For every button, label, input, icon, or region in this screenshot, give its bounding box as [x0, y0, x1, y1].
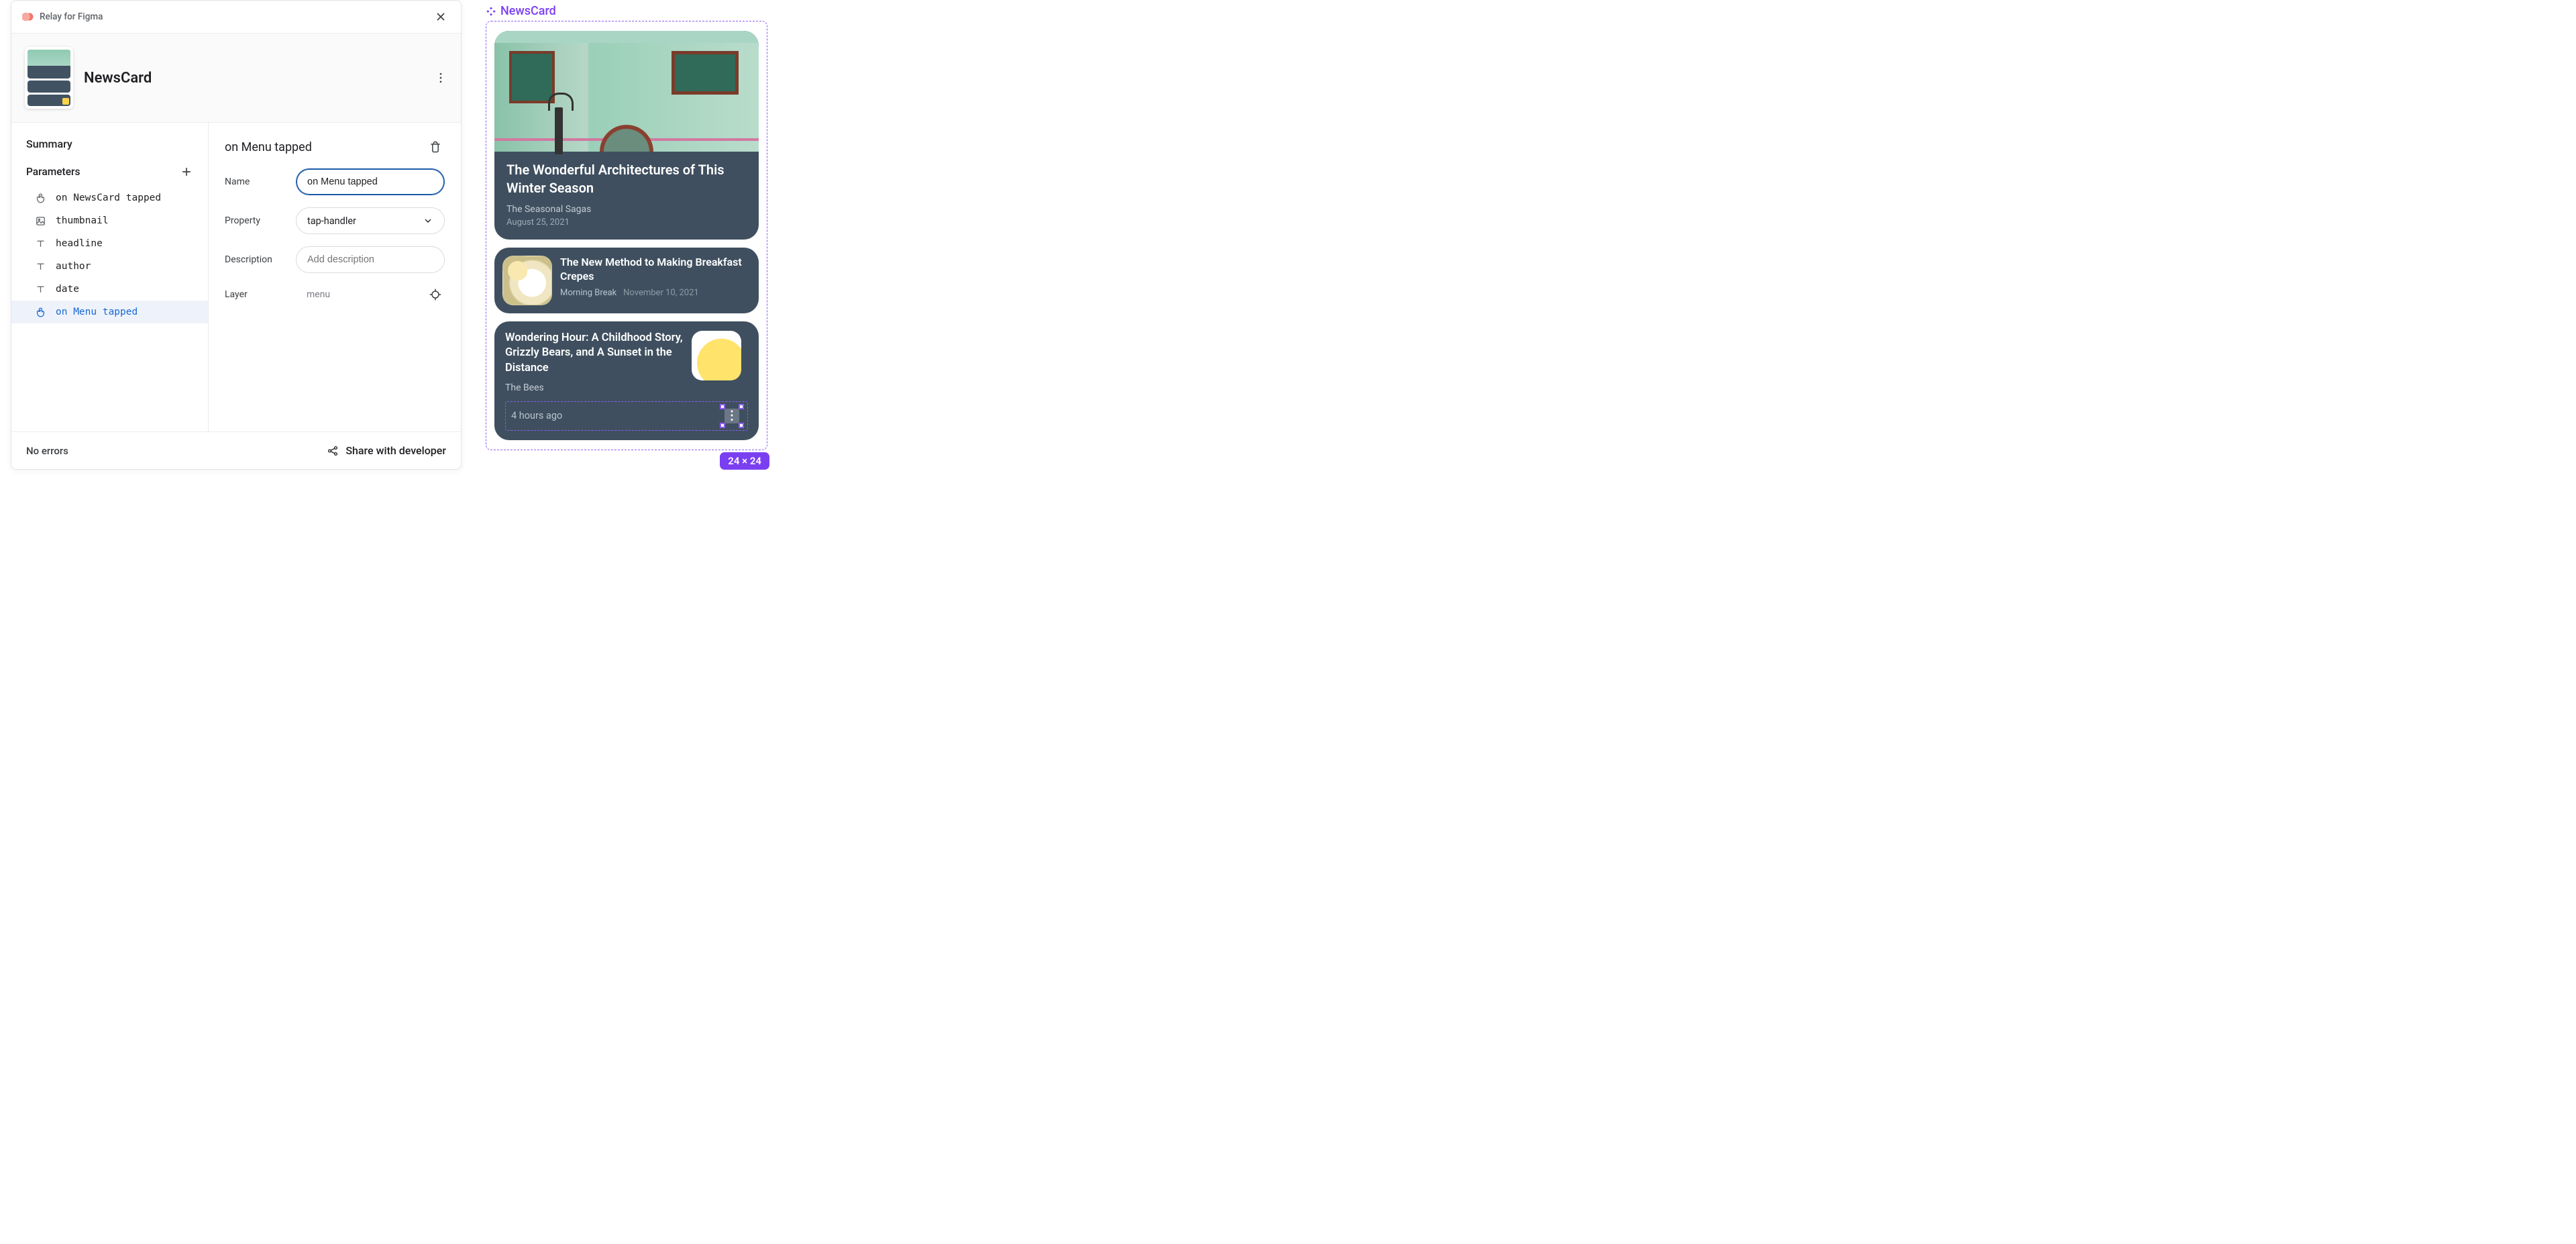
component-icon: [486, 6, 496, 17]
news-card-hero[interactable]: The Wonderful Architectures of This Wint…: [494, 31, 759, 240]
news-card-row[interactable]: The New Method to Making Breakfast Crepe…: [494, 248, 759, 313]
close-icon: [434, 10, 447, 23]
panel-header: Relay for Figma: [11, 1, 461, 34]
kebab-icon: [434, 71, 447, 85]
frame-name: NewsCard: [500, 4, 556, 18]
tap-handler-icon: [34, 192, 46, 204]
plus-icon: [180, 165, 193, 178]
parameters-sidebar: Summary Parameters on NewsCard tapped thu…: [11, 123, 209, 431]
image-icon: [34, 215, 46, 227]
compact-date: 4 hours ago: [511, 410, 562, 421]
trash-icon: [429, 140, 442, 154]
chevron-down-icon: [423, 215, 433, 226]
parameter-label: thumbnail: [56, 215, 109, 226]
share-with-developer-button[interactable]: Share with developer: [327, 444, 446, 457]
name-field-row: Name: [225, 168, 445, 195]
detail-title: on Menu tapped: [225, 140, 312, 154]
selection-size-badge: 24 × 24: [720, 452, 769, 470]
news-card-compact[interactable]: Wondering Hour: A Childhood Story, Grizz…: [494, 321, 759, 440]
parameter-list: on NewsCard tapped thumbnail headline autho…: [11, 187, 208, 323]
property-select[interactable]: tap-handler: [296, 207, 445, 234]
relay-logo-icon: [22, 11, 34, 23]
parameters-heading: Parameters: [26, 166, 80, 178]
frame-label[interactable]: NewsCard: [486, 4, 767, 18]
summary-heading[interactable]: Summary: [11, 138, 208, 162]
plugin-brand: Relay for Figma: [22, 11, 103, 23]
tap-handler-icon: [34, 306, 46, 318]
row-thumbnail: [502, 256, 552, 305]
parameter-item[interactable]: on Menu tapped: [11, 301, 208, 323]
share-label: Share with developer: [345, 444, 446, 457]
plugin-name: Relay for Figma: [40, 11, 103, 22]
panel-body: Summary Parameters on NewsCard tapped thu…: [11, 123, 461, 431]
layer-value: menu: [296, 289, 417, 300]
parameter-detail: on Menu tapped Name Property tap-handler: [209, 123, 461, 431]
parameter-item[interactable]: author: [11, 255, 208, 278]
parameter-item[interactable]: date: [11, 278, 208, 301]
row-date: November 10, 2021: [623, 288, 699, 298]
delete-parameter-button[interactable]: [426, 138, 445, 156]
selected-menu-icon[interactable]: [722, 406, 742, 426]
compact-thumbnail: [692, 331, 741, 380]
parameter-label: on NewsCard tapped: [56, 193, 161, 203]
hero-image: [494, 31, 759, 152]
hero-date: August 25, 2021: [506, 217, 747, 227]
menu-dots-icon: [724, 409, 739, 423]
compact-author: The Bees: [505, 382, 748, 393]
property-label: Property: [225, 215, 286, 226]
relay-panel: Relay for Figma NewsCard Summary Paramet…: [11, 0, 462, 470]
description-input[interactable]: [296, 246, 445, 273]
text-icon: [34, 260, 46, 272]
parameter-label: date: [56, 284, 79, 295]
hero-author: The Seasonal Sagas: [506, 204, 747, 215]
status-text: No errors: [26, 445, 68, 457]
target-layer-button[interactable]: [426, 285, 445, 304]
layer-field-row: Layer menu: [225, 285, 445, 304]
newscard-frame[interactable]: The Wonderful Architectures of This Wint…: [486, 21, 767, 450]
selected-layer-outline[interactable]: 4 hours ago: [505, 401, 748, 431]
figma-canvas: NewsCard The Wonderful Architectures of …: [486, 4, 767, 450]
close-button[interactable]: [431, 7, 450, 26]
parameter-label: author: [56, 261, 91, 272]
share-icon: [327, 445, 339, 457]
parameter-item[interactable]: on NewsCard tapped: [11, 187, 208, 209]
target-icon: [429, 288, 442, 301]
name-label: Name: [225, 176, 286, 187]
parameter-label: headline: [56, 238, 103, 249]
description-field-row: Description: [225, 246, 445, 273]
layer-label: Layer: [225, 289, 286, 300]
parameters-heading-row: Parameters: [11, 162, 208, 187]
row-author: Morning Break: [560, 288, 616, 298]
name-input[interactable]: [296, 168, 445, 195]
component-title: NewsCard: [84, 70, 152, 87]
text-icon: [34, 238, 46, 250]
row-headline: The New Method to Making Breakfast Crepe…: [560, 256, 751, 284]
component-menu-button[interactable]: [431, 68, 450, 87]
property-field-row: Property tap-handler: [225, 207, 445, 234]
parameter-label: on Menu tapped: [56, 307, 138, 317]
description-label: Description: [225, 254, 286, 265]
component-thumbnail: [25, 47, 73, 109]
component-header: NewsCard: [11, 34, 461, 123]
parameter-item[interactable]: headline: [11, 232, 208, 255]
parameter-item[interactable]: thumbnail: [11, 209, 208, 232]
panel-footer: No errors Share with developer: [11, 431, 461, 469]
property-value: tap-handler: [307, 215, 356, 227]
add-parameter-button[interactable]: [177, 162, 196, 181]
hero-headline: The Wonderful Architectures of This Wint…: [506, 161, 747, 197]
text-icon: [34, 283, 46, 295]
